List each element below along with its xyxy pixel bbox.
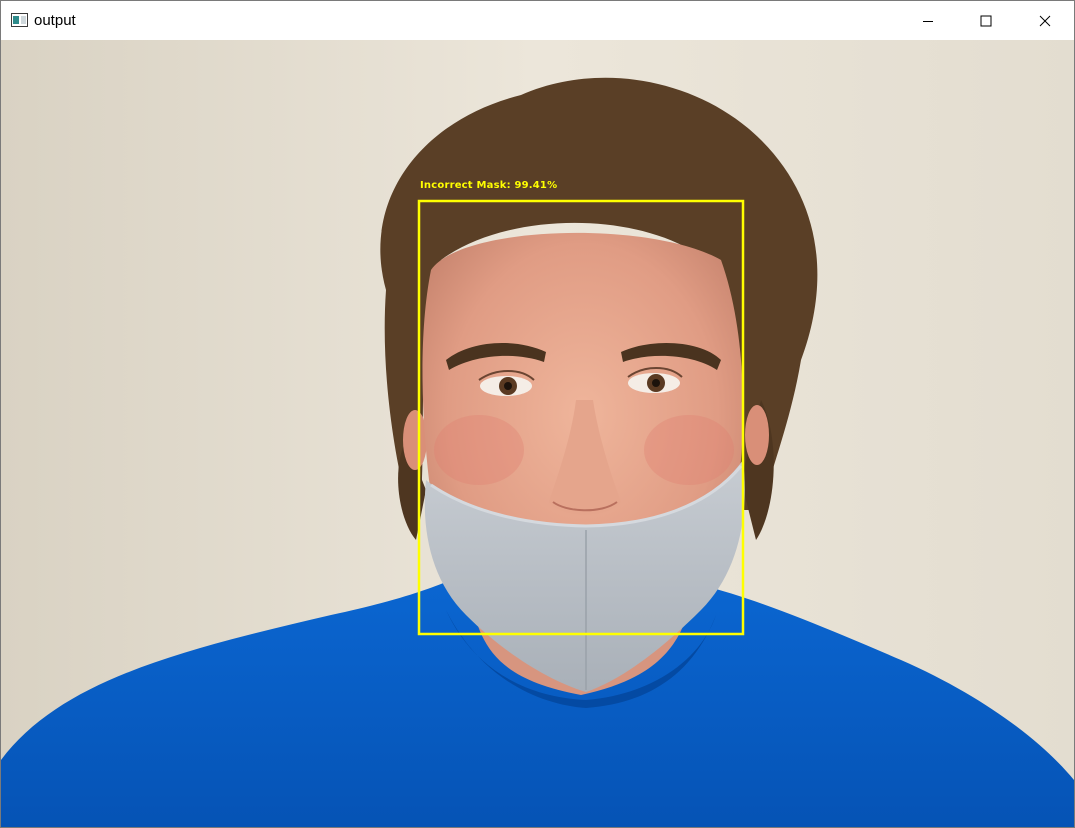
maximize-button[interactable]: [957, 1, 1015, 40]
maximize-icon: [980, 15, 992, 26]
webcam-photo: [1, 40, 1074, 827]
close-icon: [1039, 15, 1051, 26]
window-title: output: [34, 12, 76, 29]
minimize-button[interactable]: [899, 1, 957, 40]
minimize-icon: [923, 20, 933, 22]
app-icon: [11, 13, 28, 27]
output-window: output Incorrect Mask: 99.41%: [0, 0, 1075, 828]
close-button[interactable]: [1016, 1, 1074, 40]
title-bar[interactable]: output: [1, 1, 1074, 40]
detection-label: Incorrect Mask: 99.41%: [420, 180, 558, 191]
image-canvas: Incorrect Mask: 99.41%: [1, 40, 1074, 827]
